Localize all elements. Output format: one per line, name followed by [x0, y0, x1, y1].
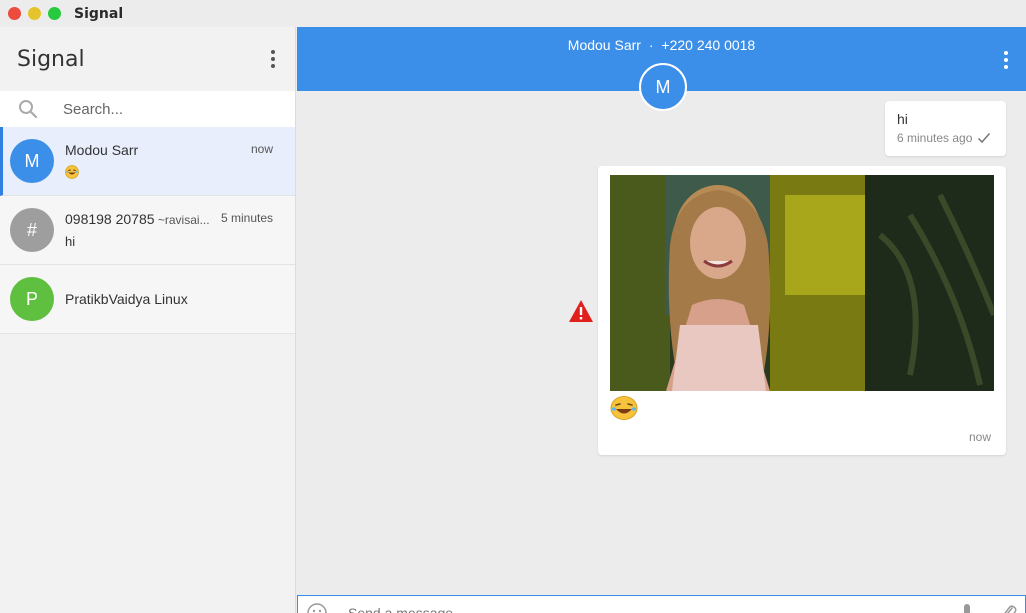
message-meta: 6 minutes ago — [897, 131, 991, 145]
search-input[interactable] — [63, 100, 283, 118]
message-bubble-outgoing-media[interactable]: now — [598, 166, 1006, 455]
message-text: hi — [897, 111, 908, 127]
window-controls — [8, 7, 61, 20]
sidebar-header: Signal — [0, 27, 295, 91]
conversation-name-number: 098198 20785 — [65, 211, 155, 227]
avatar: P — [10, 277, 54, 321]
paperclip-icon[interactable] — [998, 602, 1018, 613]
emoji-picker-icon[interactable] — [306, 602, 328, 613]
check-icon — [978, 133, 991, 144]
avatar: M — [10, 139, 54, 183]
message-input[interactable] — [348, 605, 908, 613]
conversation-snippet: hi — [65, 234, 76, 249]
window-titlebar: Signal — [0, 0, 1026, 27]
conversation-name-profile: ~ravisai... — [154, 213, 210, 227]
conversation-time: 5 minutes — [220, 211, 273, 225]
conversation-name: 098198 20785 ~ravisai... — [65, 211, 210, 227]
laughing-emoji-icon — [65, 165, 79, 179]
conversation-menu-icon[interactable] — [996, 50, 1016, 70]
message-time: now — [968, 430, 991, 444]
sidebar-menu-icon[interactable] — [263, 49, 283, 69]
laughing-emoji-icon — [610, 396, 638, 420]
conversation-item-pratikbvaidya-linux[interactable]: P PratikbVaidya Linux — [0, 265, 295, 334]
message-time: 6 minutes ago — [897, 131, 973, 145]
conversation-header: Modou Sarr · +220 240 0018 M — [297, 27, 1026, 111]
message-bubble-outgoing[interactable]: hi 6 minutes ago — [885, 101, 1006, 156]
sidebar-title: Signal — [17, 46, 85, 72]
conversation-item-modou-sarr[interactable]: M Modou Sarr now — [0, 127, 295, 196]
conversation-item-098198-20785[interactable]: # 098198 20785 ~ravisai... 5 minutes hi — [0, 196, 295, 265]
contact-avatar[interactable]: M — [639, 63, 687, 111]
conversation-time: now — [250, 142, 273, 156]
conversation-panel: Modou Sarr · +220 240 0018 M hi 6 minute… — [297, 27, 1026, 613]
message-image[interactable] — [610, 175, 994, 391]
contact-phone: +220 240 0018 — [661, 37, 756, 53]
conversation-name: PratikbVaidya Linux — [65, 291, 188, 307]
search-bar — [0, 91, 295, 127]
conversation-title[interactable]: Modou Sarr · +220 240 0018 — [297, 37, 1026, 53]
warning-icon[interactable] — [568, 299, 594, 323]
search-icon — [19, 100, 38, 119]
sidebar: Signal M Modou Sarr now # 098198 20785 ~… — [0, 27, 296, 613]
window-title: Signal — [74, 5, 124, 22]
message-composer — [297, 595, 1026, 613]
conversation-name: Modou Sarr — [65, 142, 139, 158]
window-close-button[interactable] — [8, 7, 21, 20]
title-separator: · — [648, 37, 654, 53]
window-minimize-button[interactable] — [28, 7, 41, 20]
microphone-icon[interactable] — [960, 602, 974, 613]
window-maximize-button[interactable] — [48, 7, 61, 20]
contact-name: Modou Sarr — [567, 37, 641, 53]
conversation-snippet — [65, 165, 79, 182]
avatar: # — [10, 208, 54, 252]
